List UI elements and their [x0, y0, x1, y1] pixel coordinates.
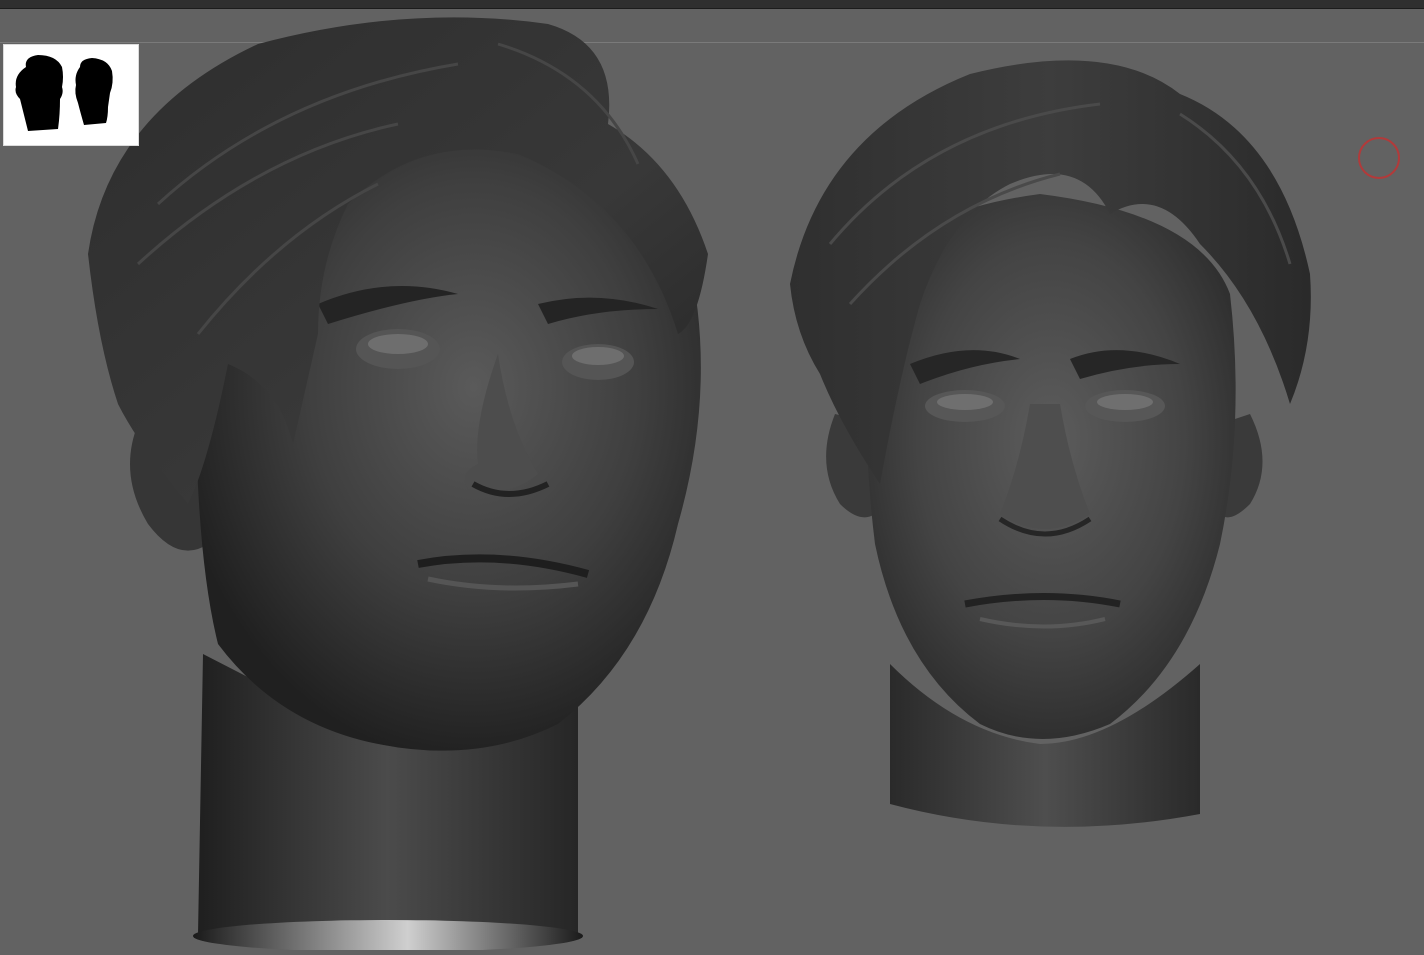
head-front-mesh [790, 60, 1311, 827]
model-thumbnail-preview[interactable] [3, 44, 139, 146]
brush-circle-icon [1358, 137, 1400, 179]
head-three-quarter-mesh [88, 17, 708, 952]
sculpt-head-three-quarter[interactable] [78, 4, 728, 952]
sculpt-head-front[interactable] [780, 44, 1320, 844]
head-silhouette-pair-icon [15, 55, 113, 131]
